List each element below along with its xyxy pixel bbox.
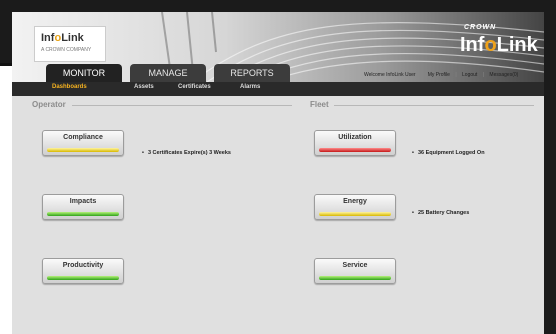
- app-window: InfoLink A CROWN COMPANY CROWN InfoLink …: [12, 12, 544, 334]
- logout-link[interactable]: Logout: [462, 72, 477, 78]
- fleet-section-title: Fleet: [310, 100, 329, 109]
- compliance-status-note: 3 Certificates Expire(s) 3 Weeks: [142, 150, 231, 156]
- compliance-button[interactable]: Compliance: [42, 130, 124, 156]
- operator-divider: [72, 105, 292, 106]
- subnav-assets[interactable]: Assets: [134, 84, 154, 90]
- subnav-dashboards[interactable]: Dashboards: [52, 84, 87, 90]
- utilization-button[interactable]: Utilization: [314, 130, 396, 156]
- utilization-label: Utilization: [338, 134, 372, 141]
- impacts-button[interactable]: Impacts: [42, 194, 124, 220]
- service-button[interactable]: Service: [314, 258, 396, 284]
- energy-button[interactable]: Energy: [314, 194, 396, 220]
- subnav-certificates[interactable]: Certificates: [178, 84, 211, 90]
- productivity-label: Productivity: [62, 262, 104, 269]
- energy-status-bar: [319, 212, 391, 216]
- impacts-status-bar: [47, 212, 119, 216]
- crown-brand: CROWN: [464, 24, 497, 31]
- dark-border-left: [0, 0, 12, 66]
- tab-reports[interactable]: REPORTS: [214, 64, 290, 82]
- welcome-text: Welcome InfoLink User: [364, 72, 416, 78]
- tab-monitor[interactable]: MONITOR: [46, 64, 122, 82]
- productivity-button[interactable]: Productivity: [42, 258, 124, 284]
- user-links: Welcome InfoLink User | My Profile | Log…: [364, 72, 519, 78]
- page-frame: InfoLink A CROWN COMPANY CROWN InfoLink …: [0, 0, 556, 334]
- operator-section-title: Operator: [32, 100, 66, 109]
- sub-navigation: Dashboards Assets Certificates Alarms: [12, 82, 544, 96]
- dark-border-right: [544, 0, 556, 334]
- infolink-logo-small: InfoLink A CROWN COMPANY: [34, 26, 106, 62]
- fleet-divider: [334, 105, 534, 106]
- utilization-status-note: 36 Equipment Logged On: [412, 150, 485, 156]
- compliance-label: Compliance: [63, 134, 103, 141]
- dark-border-top: [0, 0, 556, 12]
- tab-manage[interactable]: MANAGE: [130, 64, 206, 82]
- infolink-logo-large: InfoLink: [460, 34, 538, 56]
- service-status-bar: [319, 276, 391, 280]
- utilization-status-bar: [319, 148, 391, 152]
- my-profile-link[interactable]: My Profile: [428, 72, 450, 78]
- logo-tagline: A CROWN COMPANY: [41, 47, 92, 53]
- compliance-status-bar: [47, 148, 119, 152]
- energy-label: Energy: [343, 198, 367, 205]
- impacts-label: Impacts: [69, 198, 97, 205]
- service-label: Service: [342, 262, 368, 269]
- energy-status-note: 25 Battery Changes: [412, 210, 469, 216]
- messages-link[interactable]: Messages(0): [489, 72, 518, 78]
- dashboard-content: Operator Compliance 3 Certificates Expir…: [12, 96, 544, 334]
- subnav-alarms[interactable]: Alarms: [240, 84, 260, 90]
- productivity-status-bar: [47, 276, 119, 280]
